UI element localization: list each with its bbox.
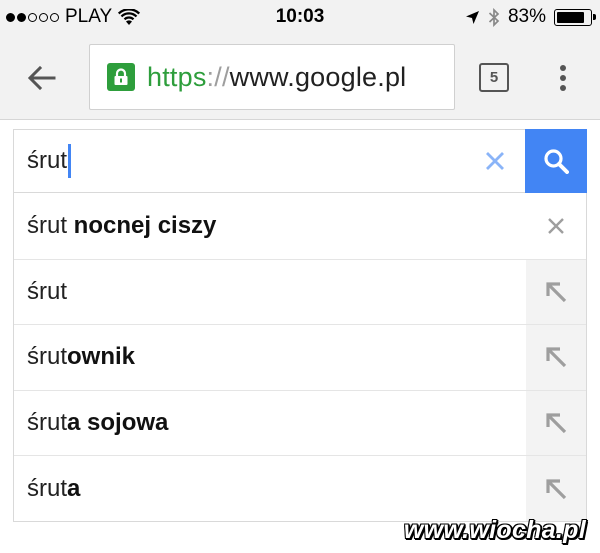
- suggestion-item[interactable]: śrut nocnej ciszy: [14, 193, 586, 259]
- clear-button[interactable]: [480, 146, 510, 176]
- back-button[interactable]: [22, 60, 62, 96]
- suggestion-item[interactable]: śruta: [14, 455, 586, 521]
- browser-toolbar: https://www.google.pl 5: [0, 34, 600, 120]
- back-arrow-icon: [28, 66, 56, 90]
- suggestion-text: śrut nocnej ciszy: [27, 211, 217, 239]
- watermark: www.wiocha.pl: [403, 516, 586, 544]
- suggestion-item[interactable]: śruta sojowa: [14, 389, 586, 456]
- url-scheme: https: [147, 61, 207, 92]
- fill-query-button[interactable]: [526, 390, 586, 456]
- url-host: www.google.pl: [229, 61, 407, 92]
- fill-query-button[interactable]: [526, 456, 586, 521]
- suggestion-list: śrut nocnej ciszy śrut śrutownik śruta s…: [13, 193, 587, 522]
- fill-query-button[interactable]: [526, 325, 586, 390]
- location-arrow-icon: [465, 10, 479, 24]
- suggestion-text: śruta sojowa: [27, 409, 169, 437]
- url-separator: ://: [206, 61, 230, 92]
- search-input[interactable]: śrut: [27, 142, 72, 180]
- search-query: śrut: [27, 147, 68, 174]
- clear-icon: [486, 152, 504, 170]
- status-bar: PLAY 10:03 83%: [0, 0, 600, 34]
- battery-icon: [554, 8, 596, 26]
- search-box: śrut: [13, 129, 587, 193]
- fill-query-button[interactable]: [526, 259, 586, 325]
- text-caret: [68, 144, 72, 178]
- url-text: https://www.google.pl: [147, 62, 406, 93]
- lock-icon: [107, 63, 135, 91]
- battery-percent: 83%: [507, 6, 546, 27]
- suggestion-text: śrutownik: [27, 343, 136, 371]
- suggestion-text: śruta: [27, 474, 81, 502]
- remove-suggestion-button[interactable]: [526, 193, 586, 259]
- suggestion-text: śrut: [27, 277, 68, 305]
- overflow-menu-icon[interactable]: [552, 62, 574, 94]
- suggestion-item[interactable]: śrutownik: [14, 324, 586, 390]
- search-button[interactable]: [525, 129, 587, 193]
- arrow-up-left-icon: [546, 347, 567, 368]
- suggestion-item[interactable]: śrut: [14, 258, 586, 325]
- close-icon: [548, 217, 564, 234]
- arrow-up-left-icon: [546, 479, 567, 499]
- tabs-counter-icon[interactable]: 5: [479, 63, 509, 92]
- bluetooth-icon: [488, 7, 500, 27]
- arrow-up-left-icon: [546, 413, 567, 434]
- status-indicators: 83%: [465, 6, 596, 28]
- arrow-up-left-icon: [546, 282, 567, 303]
- search-icon: [544, 149, 569, 174]
- address-bar[interactable]: https://www.google.pl: [89, 44, 455, 110]
